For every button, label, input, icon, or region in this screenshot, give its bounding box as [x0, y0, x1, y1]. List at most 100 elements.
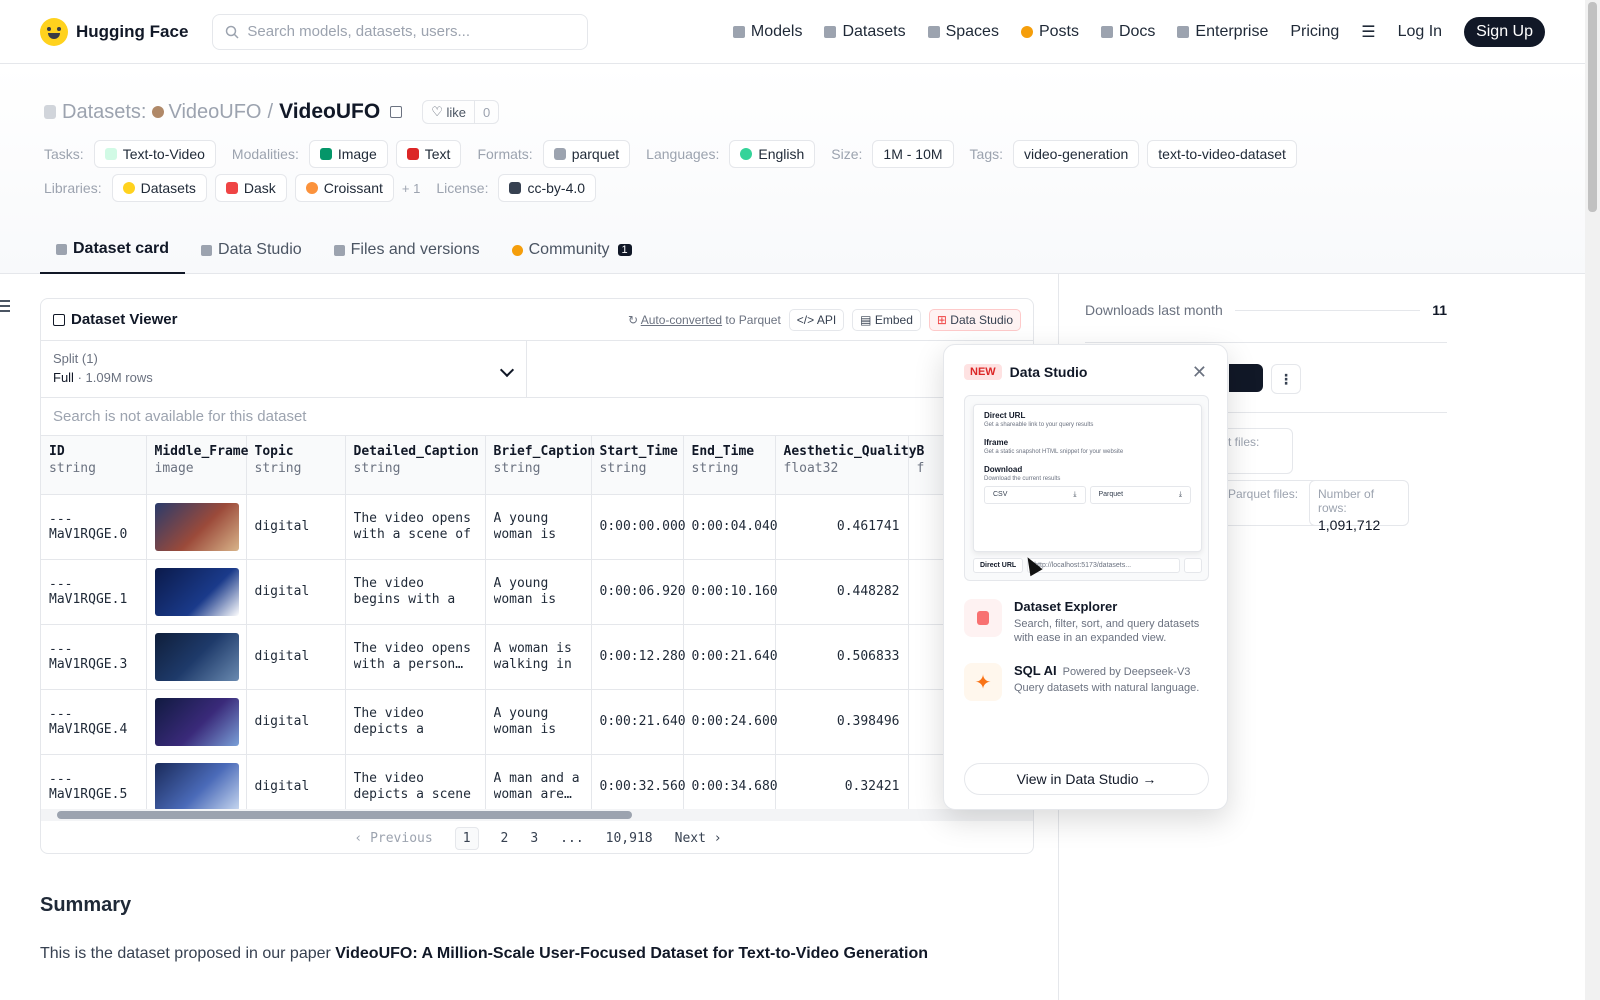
modality-image-chip[interactable]: Image [308, 140, 388, 168]
preview-direct-url-desc: Get a shareable link to your query resul… [984, 422, 1094, 428]
library-croissant-text: Croissant [323, 180, 383, 196]
cell-frame[interactable] [146, 689, 247, 755]
scrollbar-thumb[interactable] [57, 811, 632, 819]
split-selector[interactable]: Split (1) Full · 1.09M rows [41, 341, 527, 397]
nav-pricing[interactable]: Pricing [1290, 23, 1339, 41]
col-name: B [916, 444, 925, 459]
data-studio-button[interactable]: ⊞ Data Studio [928, 308, 1021, 331]
use-dataset-button[interactable] [1229, 364, 1263, 392]
viewer-search-disabled: Search is not available for this dataset [41, 398, 1033, 436]
nav-docs-label: Docs [1118, 22, 1156, 40]
tab-dataset-card[interactable]: Dataset card [40, 226, 186, 274]
size-label: Size: [831, 146, 863, 162]
table-horizontal-scrollbar[interactable] [41, 809, 1033, 821]
sidebar-toggle-icon[interactable] [0, 300, 10, 312]
col-topic[interactable]: Topic string [246, 436, 346, 495]
license-chip[interactable]: cc-by-4.0 [498, 174, 597, 202]
cell-frame[interactable] [146, 624, 247, 690]
cell-frame[interactable] [146, 559, 247, 625]
tab-files-versions[interactable]: Files and versions [318, 226, 496, 274]
task-chip[interactable]: Text-to-Video [93, 140, 216, 168]
view-in-data-studio-button[interactable]: View in Data Studio → [964, 763, 1209, 795]
preview-parquet-label: Parquet [1098, 491, 1124, 498]
signup-button[interactable]: Sign Up [1464, 16, 1545, 47]
dask-icon [225, 182, 238, 194]
database-icon [964, 599, 1002, 637]
tab-bar: Dataset card Data Studio Files and versi… [40, 226, 648, 274]
library-croissant-chip[interactable]: Croissant [294, 174, 394, 202]
col-name: Start_Time [599, 444, 678, 459]
col-name: ID [49, 444, 65, 459]
col-middle-frame[interactable]: Middle_Frame image [146, 436, 248, 495]
download-icon: ⤓ [1178, 491, 1182, 498]
col-end-time[interactable]: End_Time string [683, 436, 776, 495]
page-button-last[interactable]: 10,918 [606, 831, 653, 846]
nav-models[interactable]: Models [732, 23, 802, 41]
embed-button[interactable]: ▤ Embed [852, 308, 921, 331]
split-label: Split (1) [53, 351, 98, 366]
split-rows: 1.09M rows [85, 370, 153, 385]
col-detailed-caption[interactable]: Detailed_Caption string [345, 436, 486, 495]
format-chip[interactable]: parquet [542, 140, 631, 168]
search-input[interactable] [247, 23, 568, 40]
col-id[interactable]: ID string [41, 436, 147, 495]
cell-aq: 0.398496 [775, 689, 909, 755]
library-dask-chip[interactable]: Dask [214, 174, 287, 202]
nav-enterprise[interactable]: Enterprise [1177, 23, 1268, 41]
cell-start: 0:00:00.000 [591, 494, 686, 560]
more-libraries[interactable]: + 1 [402, 181, 420, 196]
preview-parquet-button: Parquet ⤓ [1089, 486, 1191, 504]
close-icon[interactable]: ✕ [1192, 363, 1207, 381]
preview-iframe-desc: Get a static snapshot HTML snippet for y… [984, 449, 1124, 455]
table-row[interactable]: ---MaV1RQGE.3 digital The video opens wi… [41, 624, 1033, 690]
cell-frame[interactable] [146, 494, 247, 560]
page-button-2[interactable]: 2 [501, 831, 509, 846]
page-scrollbar[interactable] [1585, 0, 1600, 1000]
login-link[interactable]: Log In [1398, 23, 1442, 41]
library-datasets-chip[interactable]: Datasets [111, 174, 207, 202]
tab-community[interactable]: Community 1 [496, 226, 648, 274]
nav-datasets[interactable]: Datasets [824, 23, 906, 41]
size-chip[interactable]: 1M - 10M [872, 140, 954, 168]
language-chip[interactable]: English [729, 140, 816, 168]
search-box[interactable] [212, 13, 589, 50]
col-brief-caption[interactable]: Brief_Caption string [485, 436, 595, 495]
page-button-1[interactable]: 1 [454, 826, 479, 850]
tab-data-studio[interactable]: Data Studio [185, 226, 318, 274]
table-row[interactable]: ---MaV1RQGE.0 digital The video opens wi… [41, 494, 1033, 560]
copy-icon[interactable] [390, 106, 403, 118]
owner-link[interactable]: VideoUFO [152, 101, 262, 124]
nav-docs[interactable]: Docs [1100, 22, 1156, 41]
table-row[interactable]: ---MaV1RQGE.1 digital The video begins w… [41, 559, 1033, 625]
more-options-icon[interactable]: ⋮ [1271, 364, 1301, 394]
modality-text-chip[interactable]: Text [395, 140, 462, 168]
brand-logo[interactable]: Hugging Face [40, 17, 188, 46]
sql-powered: Powered by Deepseek-V3 [1062, 666, 1191, 678]
previous-page-button[interactable]: ‹ Previous [354, 831, 432, 846]
like-button[interactable]: ♡ like 0 [422, 100, 500, 124]
col-start-time[interactable]: Start_Time string [591, 436, 684, 495]
nav-posts[interactable]: Posts [1020, 23, 1079, 41]
frame-thumbnail [154, 762, 239, 811]
more-menu-icon[interactable]: ☰ [1361, 22, 1375, 42]
auto-converted-link[interactable]: Auto-converted [641, 313, 722, 327]
page-button-3[interactable]: 3 [530, 831, 538, 846]
summary-text: This is the dataset proposed in our pape… [40, 945, 928, 963]
preview-iframe: Iframe Get a static snapshot HTML snippet… [984, 438, 1191, 455]
cell-brief-text: A woman is walking in a… [493, 640, 572, 672]
table-row[interactable]: ---MaV1RQGE.4 digital The video depicts … [41, 689, 1033, 755]
data-studio-label: Data Studio [950, 312, 1013, 327]
nav-spaces[interactable]: Spaces [927, 23, 999, 41]
api-button[interactable]: </> API [788, 308, 845, 331]
preview-url-text: http://localhost:5173/datasets... [1027, 558, 1180, 573]
enterprise-icon [1177, 25, 1190, 38]
next-page-button[interactable]: Next › [675, 831, 722, 846]
paper-title-link[interactable]: VideoUFO: A Million-Scale User-Focused D… [335, 945, 928, 962]
tag-chip-text-to-video[interactable]: text-to-video-dataset [1147, 140, 1297, 168]
community-badge: 1 [617, 244, 632, 256]
col-aesthetic-quality[interactable]: Aesthetic_Quality float32 [775, 436, 917, 495]
dataset-name[interactable]: VideoUFO [279, 100, 380, 124]
data-studio-popover: NEW Data Studio ✕ Direct URL Get a sharea… [943, 344, 1228, 810]
tag-chip-video-generation[interactable]: video-generation [1013, 140, 1140, 168]
page-scrollbar-thumb[interactable] [1588, 2, 1597, 212]
